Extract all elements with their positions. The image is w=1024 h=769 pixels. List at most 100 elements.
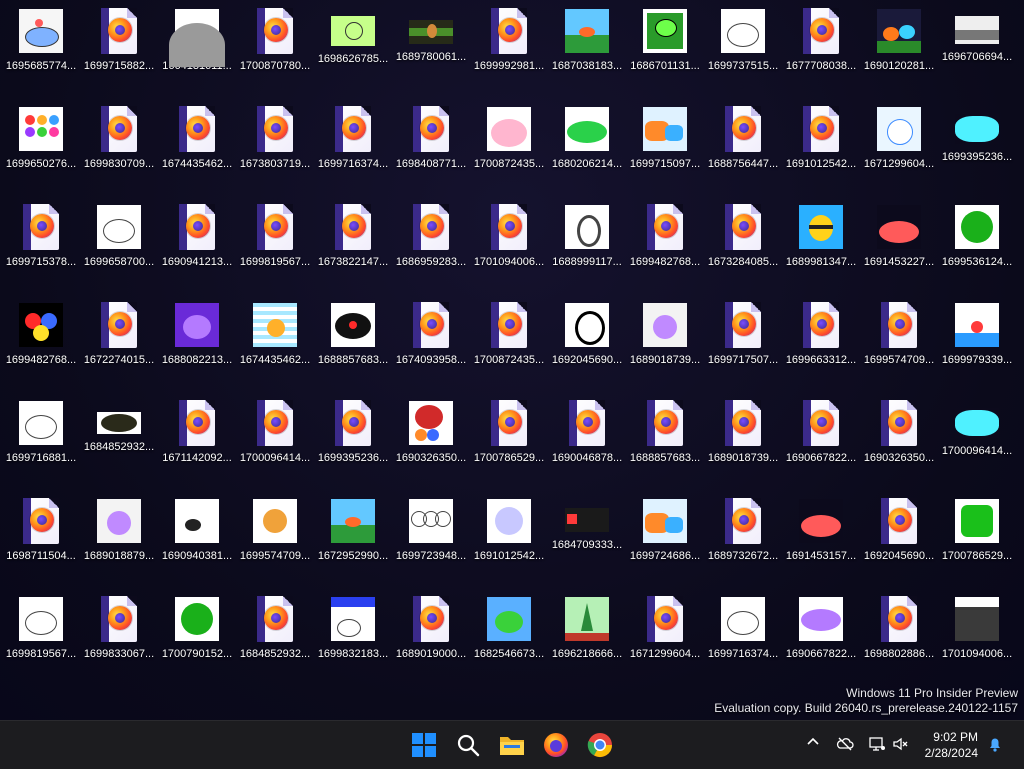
desktop-file-icon[interactable]: 1671142092... [158, 396, 236, 494]
desktop-file-icon[interactable]: 1674435462... [158, 102, 236, 200]
desktop-file-icon[interactable]: 1700786529... [938, 494, 1016, 592]
desktop-file-icon[interactable]: 1699819567... [236, 200, 314, 298]
desktop-file-icon[interactable]: 1700872435... [470, 298, 548, 396]
search-button[interactable] [452, 729, 484, 761]
desktop-file-icon[interactable]: 1691453227... [860, 200, 938, 298]
desktop-file-icon[interactable]: 1698408771... [392, 102, 470, 200]
desktop-file-icon[interactable]: 1690326350... [860, 396, 938, 494]
desktop-file-icon[interactable]: 1689732672... [704, 494, 782, 592]
desktop-file-icon[interactable]: 1674435462... [236, 298, 314, 396]
desktop-file-icon[interactable]: 1699658700... [80, 200, 158, 298]
desktop-file-icon[interactable]: 1688999117... [548, 200, 626, 298]
desktop-file-icon[interactable]: 1699574709... [860, 298, 938, 396]
desktop-file-icon[interactable]: 1689018879... [80, 494, 158, 592]
desktop-file-icon[interactable]: 1696218666... [548, 592, 626, 690]
desktop-file-icon[interactable]: 1684852932... [80, 396, 158, 494]
desktop-file-icon[interactable]: 1672952990... [314, 494, 392, 592]
desktop-file-icon[interactable]: 1690120281... [860, 4, 938, 102]
firefox-taskbar-button[interactable] [540, 729, 572, 761]
desktop-file-icon[interactable]: 1691012542... [470, 494, 548, 592]
desktop-file-icon[interactable]: 1672274015... [80, 298, 158, 396]
desktop-file-icon[interactable]: 1700870780... [236, 4, 314, 102]
desktop-file-icon[interactable]: 1700096414... [236, 396, 314, 494]
desktop-file-icon[interactable]: 1692045690... [548, 298, 626, 396]
desktop-file-icon[interactable]: 1699830709... [80, 102, 158, 200]
notification-bell-icon[interactable] [986, 735, 1004, 753]
desktop-file-icon[interactable]: 1699723948... [392, 494, 470, 592]
desktop-file-icon[interactable]: 1689981347... [782, 200, 860, 298]
desktop-file-icon[interactable]: 1699724686... [626, 494, 704, 592]
desktop-file-icon[interactable]: 1680206214... [548, 102, 626, 200]
desktop-file-icon[interactable]: 1684709333... [548, 494, 626, 592]
desktop-file-icon[interactable]: 1699715882... [80, 4, 158, 102]
desktop-file-icon[interactable]: 1699395236... [938, 102, 1016, 200]
desktop-file-icon[interactable]: 1699979339... [938, 298, 1016, 396]
desktop-file-icon[interactable]: 1699716374... [704, 592, 782, 690]
desktop-file-icon[interactable]: 1689018739... [626, 298, 704, 396]
desktop-file-icon[interactable]: 1673803719... [236, 102, 314, 200]
desktop-file-icon[interactable]: 1695685774... [2, 4, 80, 102]
desktop-file-icon[interactable]: 1691012542... [782, 102, 860, 200]
desktop-file-icon[interactable]: 1699482768... [2, 298, 80, 396]
desktop-file-icon[interactable]: 1673822147... [314, 200, 392, 298]
start-button[interactable] [408, 729, 440, 761]
desktop-file-icon[interactable]: 1699737515... [704, 4, 782, 102]
desktop-file-icon[interactable]: 1696706694... [938, 4, 1016, 102]
desktop-file-icon[interactable]: 1686701131... [626, 4, 704, 102]
desktop-file-icon[interactable]: 1700096414... [938, 396, 1016, 494]
desktop-file-icon[interactable]: 1700790152... [158, 592, 236, 690]
desktop-file-icon[interactable]: 1699482768... [626, 200, 704, 298]
desktop-file-icon[interactable]: 1699650276... [2, 102, 80, 200]
desktop-file-icon[interactable]: 1690326350... [392, 396, 470, 494]
desktop-file-icon[interactable]: 1701094006... [470, 200, 548, 298]
desktop-file-icon[interactable]: 1687038183... [548, 4, 626, 102]
desktop-file-icon[interactable]: 1699574709... [236, 494, 314, 592]
desktop-file-icon[interactable]: 1690667822... [782, 592, 860, 690]
desktop-file-icon[interactable]: 1698711504... [2, 494, 80, 592]
desktop-file-icon[interactable]: 1698802886... [860, 592, 938, 690]
clock[interactable]: 9:02 PM 2/28/2024 [925, 729, 978, 761]
desktop-file-icon[interactable]: 1682546673... [470, 592, 548, 690]
desktop-file-icon[interactable]: 1690667822... [782, 396, 860, 494]
desktop-file-icon[interactable]: 1692045690... [860, 494, 938, 592]
desktop-file-icon[interactable]: 1686959283... [392, 200, 470, 298]
desktop-file-icon[interactable]: 1673284085... [704, 200, 782, 298]
desktop-file-icon[interactable]: 1688082213... [158, 298, 236, 396]
desktop-file-icon[interactable]: 1699716881... [2, 396, 80, 494]
desktop-file-icon[interactable]: 1699717507... [704, 298, 782, 396]
desktop-file-icon[interactable]: 1690941213... [158, 200, 236, 298]
desktop-file-icon[interactable]: 1700872435... [470, 102, 548, 200]
desktop-file-icon[interactable]: 1690940381... [158, 494, 236, 592]
desktop-file-icon[interactable]: 1699716374... [314, 102, 392, 200]
desktop-file-icon[interactable]: 1674093958... [392, 298, 470, 396]
desktop-file-icon[interactable]: 1699395236... [314, 396, 392, 494]
desktop-file-icon[interactable]: 1699832183... [314, 592, 392, 690]
network-icon[interactable] [868, 735, 886, 753]
desktop-file-icon[interactable]: 1688756447... [704, 102, 782, 200]
desktop-file-icon[interactable]: 1689780061... [392, 4, 470, 102]
desktop-file-icon[interactable]: 1699833067... [80, 592, 158, 690]
desktop-file-icon[interactable]: 1700786529... [470, 396, 548, 494]
desktop-file-icon[interactable]: 1691453157... [782, 494, 860, 592]
desktop-file-icon[interactable]: 1701094006... [938, 592, 1016, 690]
desktop-file-icon[interactable]: 1689019000... [392, 592, 470, 690]
desktop-file-icon[interactable]: 1699992981... [470, 4, 548, 102]
desktop-file-icon[interactable]: 1677708038... [782, 4, 860, 102]
desktop-file-icon[interactable]: 1664131611... [158, 4, 236, 102]
file-explorer-button[interactable] [496, 729, 528, 761]
show-hidden-icons-chevron-icon[interactable] [804, 735, 822, 753]
desktop-file-icon[interactable]: 1688857683... [626, 396, 704, 494]
desktop-file-icon[interactable]: 1684852932... [236, 592, 314, 690]
desktop-file-icon[interactable]: 1690046878... [548, 396, 626, 494]
chrome-taskbar-button[interactable] [584, 729, 616, 761]
desktop-file-icon[interactable]: 1699536124... [938, 200, 1016, 298]
desktop-file-icon[interactable]: 1699663312... [782, 298, 860, 396]
desktop-file-icon[interactable]: 1671299604... [626, 592, 704, 690]
desktop-file-icon[interactable]: 1689018739... [704, 396, 782, 494]
cloud-offline-icon[interactable] [836, 735, 854, 753]
desktop-file-icon[interactable]: 1688857683... [314, 298, 392, 396]
desktop-file-icon[interactable]: 1699715378... [2, 200, 80, 298]
desktop-file-icon[interactable]: 1698626785... [314, 4, 392, 102]
desktop-file-icon[interactable]: 1671299604... [860, 102, 938, 200]
desktop-file-icon[interactable]: 1699715097... [626, 102, 704, 200]
